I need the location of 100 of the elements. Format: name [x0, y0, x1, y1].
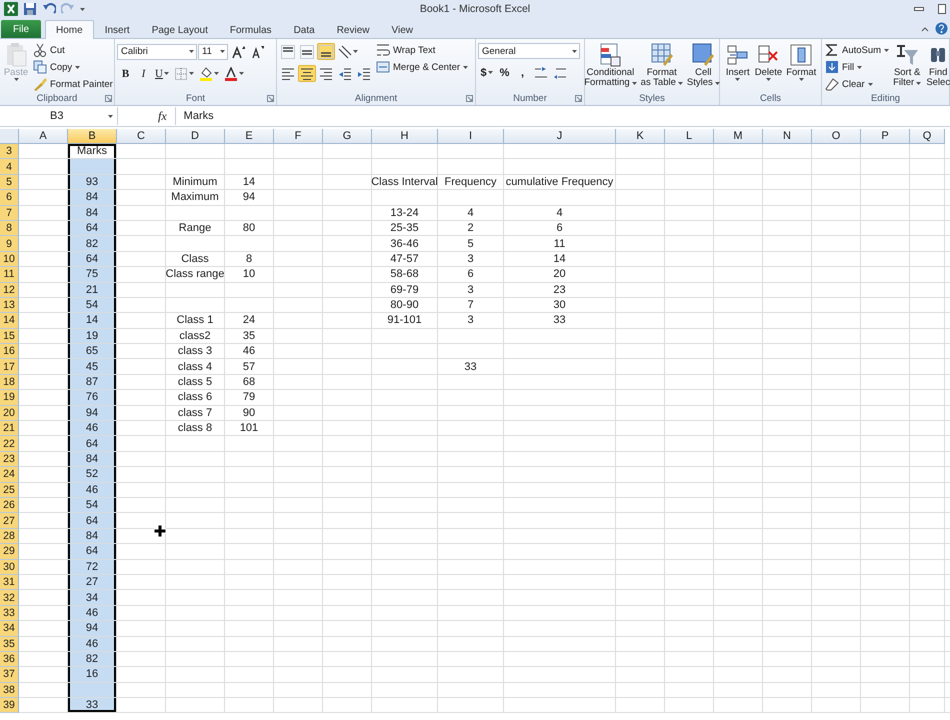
insert-function-button[interactable]: fx [158, 108, 167, 124]
row-header[interactable]: 3 [0, 144, 19, 160]
align-middle-button[interactable] [298, 43, 316, 60]
row-header[interactable]: 11 [0, 267, 19, 283]
minimize-icon[interactable] [914, 6, 924, 12]
scissors-button[interactable]: Cut [32, 42, 114, 58]
italic-button[interactable]: I [135, 65, 152, 82]
row-header[interactable]: 35 [0, 636, 19, 652]
row-header[interactable]: 38 [0, 682, 19, 698]
row-header[interactable]: 23 [0, 452, 19, 468]
column-header[interactable]: D [166, 129, 225, 144]
dialog-launcher-icon[interactable] [267, 95, 274, 102]
column-header[interactable]: M [714, 129, 763, 144]
row-header[interactable]: 12 [0, 282, 19, 298]
row-header[interactable]: 17 [0, 359, 19, 375]
file-tab[interactable]: File [1, 20, 41, 38]
ribbon-tab[interactable]: Insert [94, 20, 141, 39]
column-header[interactable]: I [438, 129, 504, 144]
ribbon-tab[interactable]: View [380, 20, 424, 39]
column-header[interactable]: O [812, 129, 861, 144]
row-header[interactable]: 18 [0, 374, 19, 390]
row-header[interactable]: 20 [0, 406, 19, 422]
eraser-button[interactable]: Clear [824, 76, 890, 92]
dropdown-field[interactable]: Calibri [117, 44, 197, 60]
row-header[interactable]: 5 [0, 174, 19, 190]
dropdown-field[interactable]: General [478, 43, 580, 59]
row-header[interactable]: 14 [0, 313, 19, 329]
number-format-button[interactable]: $ [478, 64, 495, 81]
row-header[interactable]: 21 [0, 421, 19, 436]
column-header[interactable]: P [861, 129, 910, 144]
row-header[interactable]: 24 [0, 467, 19, 483]
row-header[interactable]: 39 [0, 698, 19, 714]
row-header[interactable]: 25 [0, 482, 19, 498]
sort-funnel-button[interactable]: Sort & Filter [892, 41, 922, 92]
align-bottom-button[interactable] [317, 43, 335, 60]
row-header[interactable]: 15 [0, 328, 19, 344]
row-header[interactable]: 10 [0, 252, 19, 268]
row-header[interactable]: 31 [0, 574, 19, 590]
help-icon[interactable] [935, 22, 948, 35]
collapse-ribbon-icon[interactable] [921, 26, 929, 32]
dialog-launcher-icon[interactable] [105, 95, 112, 102]
dialog-launcher-icon[interactable] [466, 95, 473, 102]
row-header[interactable]: 34 [0, 621, 19, 636]
align-center-button[interactable] [298, 65, 316, 82]
underline-button[interactable]: U [153, 65, 171, 82]
column-header[interactable]: B [68, 129, 117, 144]
ribbon-tab[interactable]: Page Layout [140, 20, 219, 39]
fill-down-button[interactable]: Fill [824, 59, 890, 75]
ribbon-tab[interactable]: Formulas [218, 20, 283, 39]
insert-cells-button[interactable]: Insert [724, 41, 752, 92]
angled-text-button[interactable] [336, 43, 360, 60]
row-header[interactable]: 28 [0, 528, 19, 544]
row-header[interactable]: 37 [0, 667, 19, 683]
copy-button[interactable]: Copy [32, 59, 114, 75]
column-header[interactable]: F [274, 129, 323, 144]
merge-cells-button[interactable]: Merge & Center [375, 59, 470, 75]
row-header[interactable]: 33 [0, 606, 19, 622]
column-header[interactable]: L [665, 129, 714, 144]
dropdown-field[interactable]: 11 [198, 44, 228, 60]
row-header[interactable]: 26 [0, 498, 19, 514]
row-header[interactable]: 16 [0, 344, 19, 360]
dialog-launcher-icon[interactable] [575, 95, 582, 102]
row-header[interactable]: 36 [0, 652, 19, 668]
row-header[interactable]: 4 [0, 159, 19, 175]
format-cells-button[interactable]: Format [785, 41, 818, 92]
name-box[interactable]: B3 [0, 107, 118, 125]
column-header[interactable]: H [372, 129, 438, 144]
ribbon-tab[interactable]: Review [326, 20, 380, 39]
row-header[interactable]: 8 [0, 220, 19, 236]
row-header[interactable]: 6 [0, 190, 19, 206]
restore-icon[interactable] [938, 4, 946, 14]
row-header[interactable]: 30 [0, 560, 19, 575]
column-header[interactable]: J [504, 129, 616, 144]
bold-button[interactable]: B [117, 65, 134, 82]
column-header[interactable]: Q [910, 129, 945, 144]
column-header[interactable]: N [763, 129, 812, 144]
column-header[interactable]: K [616, 129, 665, 144]
sigma-button[interactable]: AutoSum [824, 42, 890, 58]
ribbon-tab[interactable]: Data [282, 20, 326, 39]
number-format-button[interactable]: , [514, 64, 531, 81]
save-button[interactable] [23, 2, 37, 16]
row-header[interactable]: 29 [0, 544, 19, 560]
delete-cells-button[interactable]: Delete [754, 41, 784, 92]
table-brush-button[interactable]: Format as Table [640, 41, 684, 92]
column-header[interactable]: C [117, 129, 166, 144]
row-header[interactable]: 22 [0, 436, 19, 452]
wrap-text-button[interactable]: Wrap Text [375, 42, 470, 58]
row-header[interactable]: 19 [0, 390, 19, 406]
row-header[interactable]: 32 [0, 590, 19, 606]
ribbon-tab[interactable]: Home [45, 20, 94, 39]
row-header[interactable]: 7 [0, 206, 19, 221]
formula-field[interactable]: Marks [174, 107, 950, 125]
row-header[interactable]: 9 [0, 236, 19, 252]
undo-button[interactable] [42, 2, 56, 16]
row-header[interactable]: 13 [0, 298, 19, 314]
column-header[interactable]: G [323, 129, 372, 144]
binoculars-button[interactable]: Find Selec [924, 41, 950, 92]
paintbrush-button[interactable]: Format Painter [32, 76, 114, 92]
cell-brush-button[interactable]: Cell Styles [686, 41, 721, 92]
row-header[interactable]: 27 [0, 513, 19, 529]
